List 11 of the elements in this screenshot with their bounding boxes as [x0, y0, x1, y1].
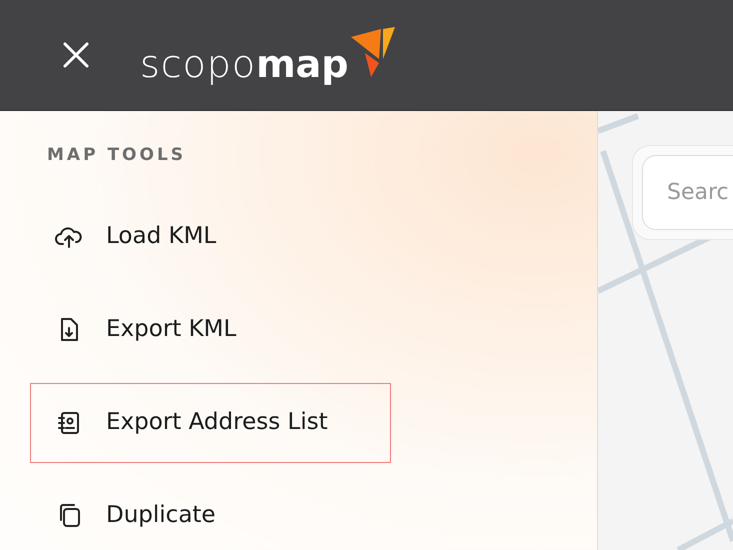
- search-field[interactable]: Searc: [642, 155, 733, 230]
- menu-item[interactable]: Export KML: [30, 290, 391, 370]
- logo-text: scopomap: [140, 45, 349, 83]
- menu-item[interactable]: Export Address List: [30, 382, 391, 462]
- address-book-icon: [56, 410, 82, 434]
- menu-item[interactable]: Load KML: [30, 196, 391, 276]
- logo-mark-icon: [350, 27, 395, 77]
- menu-item[interactable]: Duplicate: [30, 476, 391, 550]
- cloud-upload-icon: [54, 224, 82, 248]
- section-heading: MAP TOOLS: [47, 144, 188, 167]
- close-icon[interactable]: [62, 41, 90, 69]
